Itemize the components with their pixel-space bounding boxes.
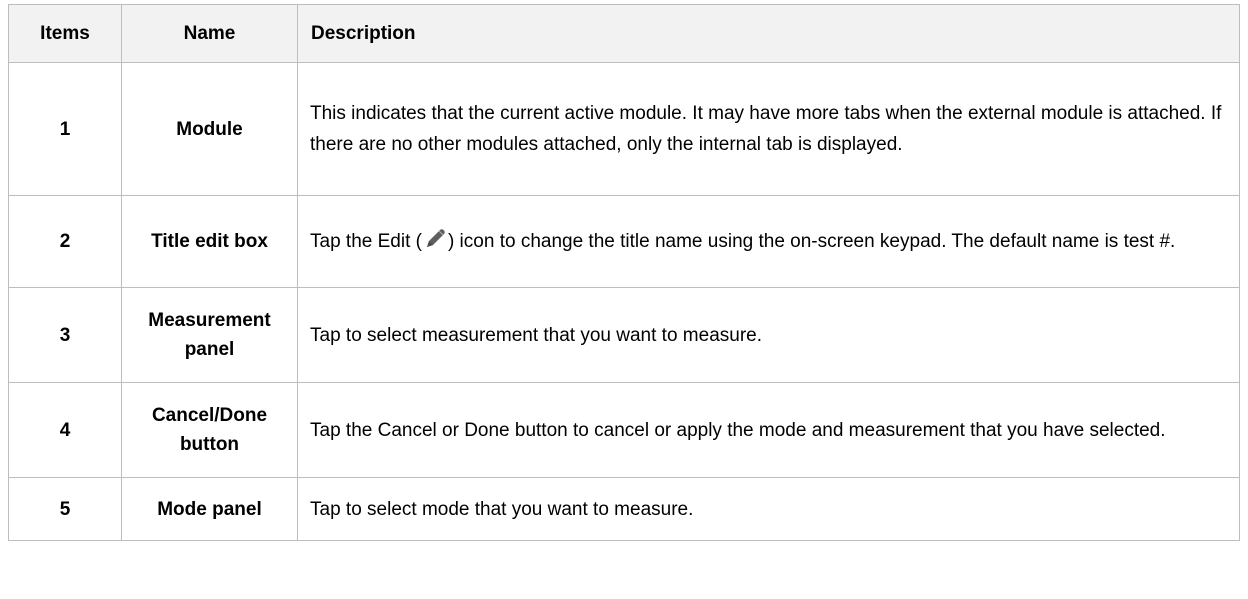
item-number: 1 [8,62,122,196]
description-text-before-icon: Tap the Edit ( [310,231,422,252]
item-name: Module [121,62,298,196]
table-row: 3 Measurement panel Tap to select measur… [8,287,1240,383]
item-description: Tap the Edit ( ) icon to change the title… [297,195,1240,288]
item-number: 4 [8,382,122,478]
table-row: 4 Cancel/Done button Tap the Cancel or D… [8,382,1240,478]
item-description: Tap to select mode that you want to meas… [297,477,1240,541]
item-description: Tap to select measurement that you want … [297,287,1240,383]
header-row: Items Name Description [8,4,1240,63]
item-number: 3 [8,287,122,383]
item-name: Cancel/Done button [121,382,298,478]
table-header: Items Name Description [8,4,1240,63]
item-name: Title edit box [121,195,298,288]
table-row: 1 Module This indicates that the current… [8,62,1240,196]
item-description: This indicates that the current active m… [297,62,1240,196]
description-text-after-icon: ) icon to change the title name using th… [447,231,1176,252]
table-body: 1 Module This indicates that the current… [8,62,1240,541]
header-name: Name [121,4,298,63]
item-description: Tap the Cancel or Done button to cancel … [297,382,1240,478]
item-number: 5 [8,477,122,541]
pencil-icon [422,228,448,250]
table-row: 5 Mode panel Tap to select mode that you… [8,477,1240,541]
item-name: Mode panel [121,477,298,541]
table-row: 2 Title edit box Tap the Edit ( ) icon to… [8,195,1240,288]
item-name: Measurement panel [121,287,298,383]
items-table: Items Name Description 1 Module This ind… [8,4,1240,541]
header-description: Description [297,4,1240,63]
item-number: 2 [8,195,122,288]
header-items: Items [8,4,122,63]
